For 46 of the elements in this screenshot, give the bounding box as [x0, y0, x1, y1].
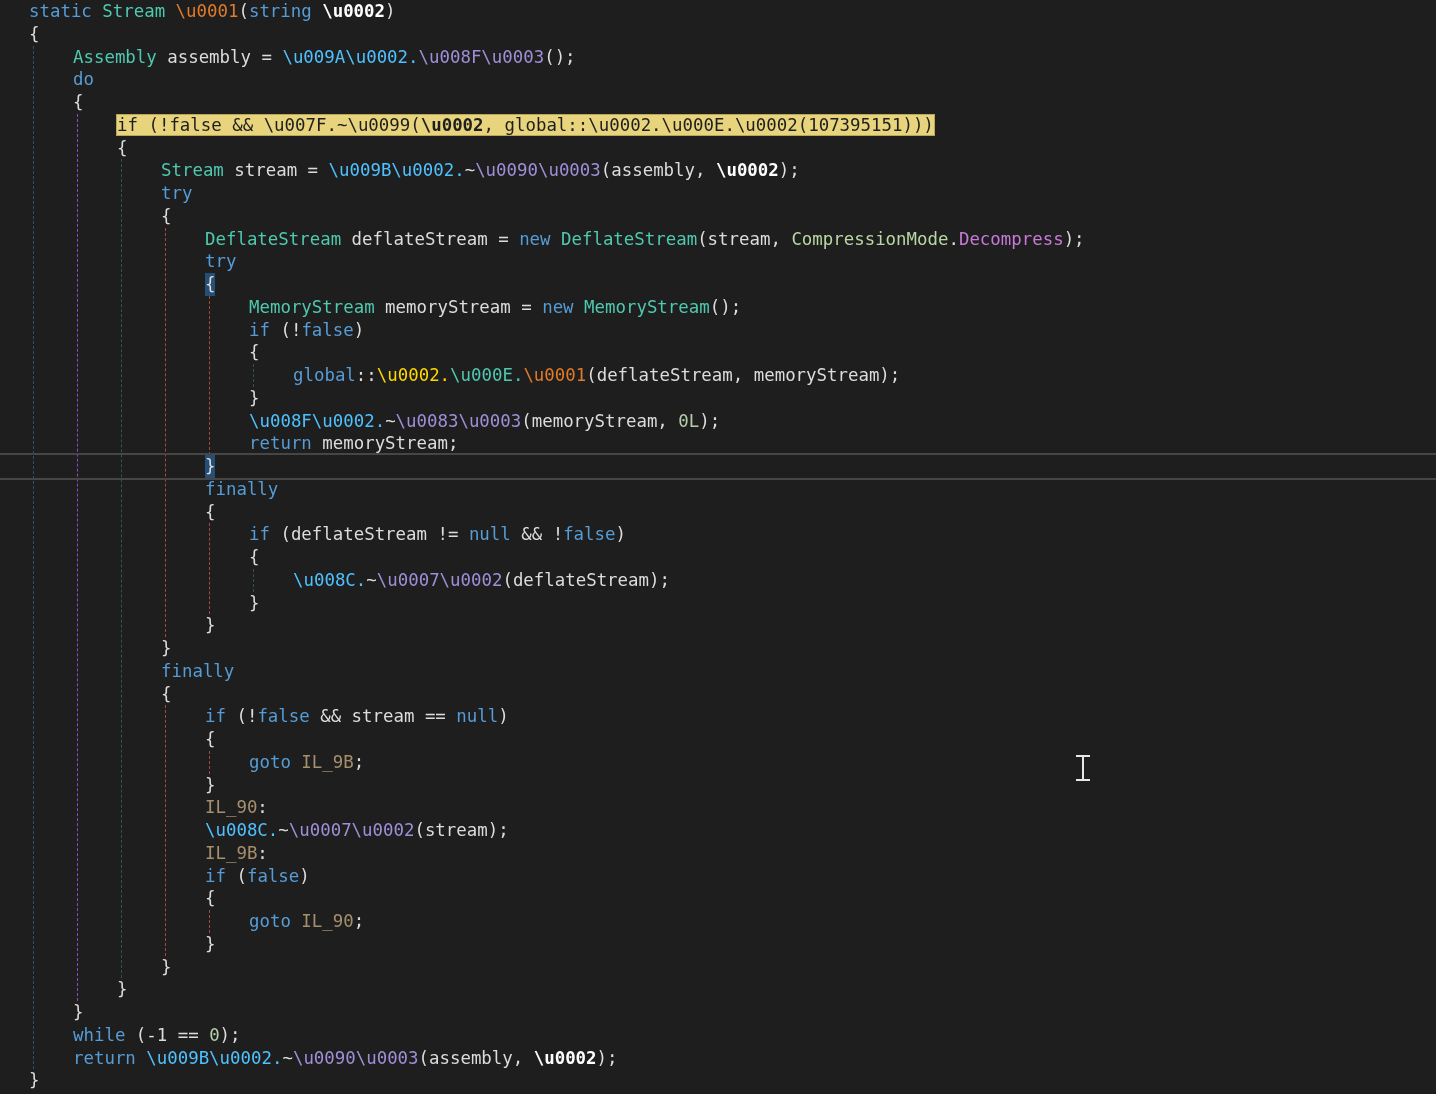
- code-line: }: [29, 1069, 40, 1092]
- code-line: {: [29, 22, 40, 46]
- code-line: MemoryStream memoryStream = new MemoryStream();: [249, 295, 742, 319]
- code-line: if (false): [205, 864, 310, 888]
- code-line: DeflateStream deflateStream = new DeflateStream(stream, CompressionMode.Decompress);: [205, 227, 1085, 251]
- code-line: }: [205, 773, 216, 797]
- code-line: return memoryStream;: [249, 432, 459, 455]
- code-line: {: [249, 341, 260, 364]
- code-line: if (deflateStream != null && !false): [249, 523, 626, 546]
- code-line: while (-1 == 0);: [73, 1023, 241, 1047]
- code-line: }: [117, 978, 128, 1001]
- code-line: try: [161, 182, 193, 205]
- code-line: }: [249, 591, 260, 615]
- code-line: {: [205, 500, 216, 524]
- code-line: IL_90:: [205, 796, 268, 819]
- code-line: goto IL_9B;: [249, 750, 365, 774]
- code-line: \u008C.~\u0007\u0002(deflateStream);: [293, 568, 670, 592]
- code-line: finally: [161, 659, 235, 683]
- code-line: if (!false): [249, 318, 365, 342]
- code-line: global::\u0002.\u000E.\u0001(deflateStream, memoryStream);: [293, 364, 901, 387]
- code-line: }: [161, 637, 172, 660]
- code-line: {: [205, 728, 216, 751]
- text-cursor-icon: [1075, 755, 1091, 781]
- code-line: do: [73, 68, 94, 91]
- code-line: static Stream \u0001(string \u0002): [29, 0, 396, 23]
- code-line: }: [249, 386, 260, 410]
- code-line: }: [205, 932, 216, 956]
- code-line: try: [205, 250, 237, 273]
- code-line: \u008C.~\u0007\u0002(stream);: [205, 819, 509, 842]
- code-line: Assembly assembly = \u009A\u0002.\u008F\u0003();: [73, 45, 576, 69]
- code-line: if (!false && stream == null): [205, 705, 509, 728]
- code-line: {: [249, 546, 260, 569]
- code-line: Stream stream = \u009B\u0002.~\u0090\u0003(assembly, \u0002);: [161, 159, 800, 182]
- code-line: }: [205, 614, 216, 637]
- code-line: {: [73, 91, 84, 114]
- code-line: }: [73, 1001, 84, 1024]
- code-line: {: [161, 204, 172, 228]
- code-line: return \u009B\u0002.~\u0090\u0003(assembly, \u0002);: [73, 1046, 618, 1070]
- code-line: IL_9B:: [205, 841, 268, 865]
- code-line: finally: [205, 477, 279, 501]
- code-line: }: [161, 955, 172, 979]
- code-line: \u008F\u0002.~\u0083\u0003(memoryStream, 0L);: [249, 409, 721, 433]
- code-line: {: [117, 136, 128, 160]
- code-line: {: [161, 682, 172, 706]
- code-line: {: [205, 887, 216, 910]
- code-line: goto IL_90;: [249, 910, 365, 933]
